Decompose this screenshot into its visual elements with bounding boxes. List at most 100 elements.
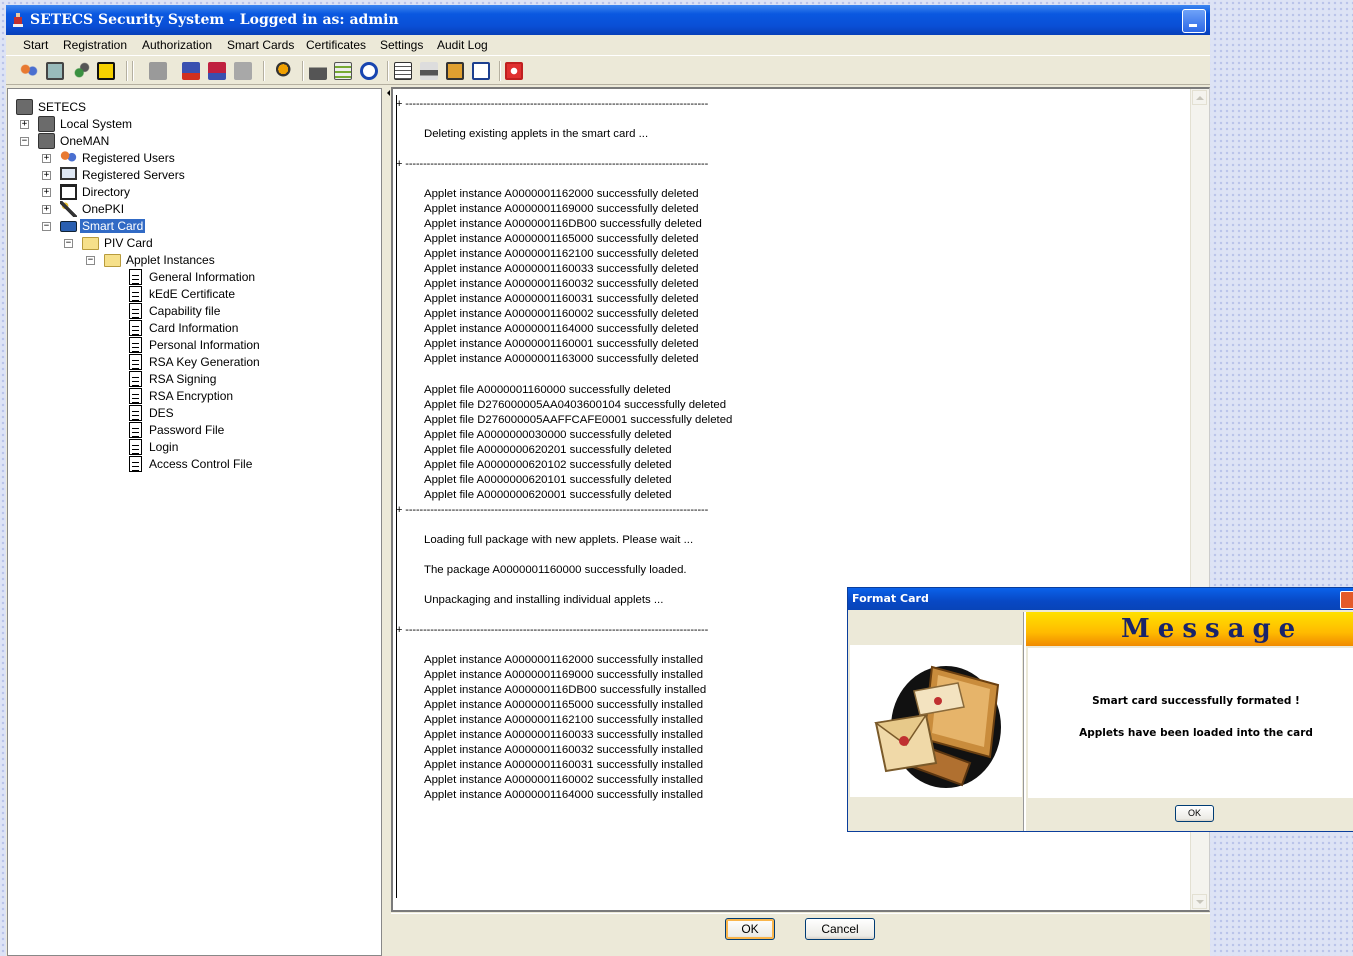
book-tool-icon[interactable] [472, 62, 490, 80]
tree-leaf-access-control-file[interactable]: Access Control File [129, 456, 254, 473]
close-icon[interactable] [1340, 591, 1353, 609]
minimize-button[interactable] [1182, 9, 1206, 33]
scroll-down-arrow-icon[interactable] [1192, 894, 1207, 909]
log-separator: + --------------------------------------… [396, 504, 709, 516]
network-tool-icon[interactable] [309, 62, 327, 80]
log-line-deleted-instance: Applet instance A0000001160002 successfu… [424, 308, 699, 320]
tree-node-applet-instances[interactable]: − Applet Instances [86, 252, 217, 269]
log-line-installed-instance: Applet instance A0000001160033 successfu… [424, 729, 704, 741]
toolbar [6, 55, 1210, 85]
tree-leaf-rsa-encryption[interactable]: RSA Encryption [129, 388, 235, 405]
document-icon [129, 354, 142, 370]
message-line-1: Smart card successfully formated ! [1092, 695, 1300, 707]
menu-registration[interactable]: Registration [63, 38, 127, 52]
ok-button[interactable]: OK [725, 918, 775, 940]
tree-node-registered-users[interactable]: + Registered Users [42, 150, 177, 167]
tree-leaf-login[interactable]: Login [129, 439, 180, 456]
log-line-installed-instance: Applet instance A0000001169000 successfu… [424, 669, 704, 681]
menu-audit-log[interactable]: Audit Log [437, 38, 488, 52]
disabled-tool-icon[interactable] [149, 62, 167, 80]
log-separator: + --------------------------------------… [396, 98, 709, 110]
log-line-deleted-file: Applet file A0000000620001 successfully … [424, 489, 672, 501]
menu-smart-cards[interactable]: Smart Cards [227, 38, 294, 52]
group-tool-icon[interactable] [72, 62, 90, 80]
pane-splitter[interactable] [382, 88, 390, 956]
document-icon [129, 388, 142, 404]
expand-plus-icon[interactable]: + [42, 205, 51, 214]
manage-tool-icon[interactable] [46, 62, 64, 80]
dialog-title: Format Card [852, 592, 929, 605]
monitor-icon [60, 167, 77, 180]
tree-leaf-des[interactable]: DES [129, 405, 176, 422]
certificate-tool-icon[interactable] [334, 62, 352, 80]
menu-start[interactable]: Start [23, 38, 48, 52]
expand-plus-icon[interactable]: + [42, 154, 51, 163]
menu-settings[interactable]: Settings [380, 38, 423, 52]
collapse-minus-icon[interactable]: − [20, 137, 29, 146]
users-tool-icon[interactable] [20, 62, 38, 80]
tree-node-oneman[interactable]: − OneMAN [20, 133, 111, 150]
save-tool-icon[interactable] [97, 62, 115, 80]
log-line-deleted-file: Applet file A0000000620101 successfully … [424, 474, 672, 486]
collapse-minus-icon[interactable]: − [64, 239, 73, 248]
log-line-installed-instance: Applet instance A0000001160002 successfu… [424, 774, 704, 786]
menu-authorization[interactable]: Authorization [142, 38, 212, 52]
toolbar-separator [302, 61, 304, 81]
log-line-deleted-instance: Applet instance A0000001160033 successfu… [424, 263, 699, 275]
expand-plus-icon[interactable]: + [20, 120, 29, 129]
tree-leaf-personal-information[interactable]: Personal Information [129, 337, 262, 354]
menu-certificates[interactable]: Certificates [306, 38, 366, 52]
tree-leaf-rsa-key-generation[interactable]: RSA Key Generation [129, 354, 262, 371]
title-bar[interactable]: SETECS Security System - Logged in as: a… [6, 5, 1210, 35]
print-tool-icon[interactable] [420, 62, 438, 80]
message-line-2: Applets have been loaded into the card [1079, 727, 1313, 739]
log-line-deleted-instance: Applet instance A0000001163000 successfu… [424, 353, 699, 365]
log-line-deleted-file: Applet file A0000000030000 successfully … [424, 429, 672, 441]
log-line-loading: Loading full package with new applets. P… [424, 534, 694, 546]
refresh-tool-icon[interactable] [360, 62, 378, 80]
tree-node-piv-card[interactable]: − PIV Card [64, 235, 155, 252]
directory-icon [60, 184, 77, 200]
tree-leaf-card-information[interactable]: Card Information [129, 320, 240, 337]
log-line-installed-instance: Applet instance A0000001162100 successfu… [424, 714, 704, 726]
power-icon[interactable] [505, 62, 523, 80]
dialog-picture [850, 645, 1022, 797]
document-icon [129, 286, 142, 302]
collapse-minus-icon[interactable]: − [86, 256, 95, 265]
toolbar-separator [132, 61, 134, 81]
tree-leaf-rsa-signing[interactable]: RSA Signing [129, 371, 218, 388]
cancel-button[interactable]: Cancel [805, 918, 875, 940]
document-icon [129, 405, 142, 421]
dialog-title-bar[interactable]: Format Card [848, 588, 1353, 610]
log-line-deleted-instance: Applet instance A0000001160031 successfu… [424, 293, 699, 305]
folder-open-icon [82, 237, 99, 250]
tree-node-directory[interactable]: + Directory [42, 184, 132, 201]
toolbar-separator [499, 61, 501, 81]
document-icon [129, 303, 142, 319]
log-line-deleted-instance: Applet instance A0000001162000 successfu… [424, 188, 699, 200]
tree-leaf-kede-certificate[interactable]: kEdE Certificate [129, 286, 237, 303]
monitor-tool-icon[interactable] [182, 62, 200, 80]
tree-node-smart-card[interactable]: − Smart Card [42, 218, 146, 235]
expand-plus-icon[interactable]: + [42, 188, 51, 197]
tree-leaf-general-information[interactable]: General Information [129, 269, 257, 286]
dialog-ok-button[interactable]: OK [1175, 805, 1214, 822]
list-tool-icon[interactable] [394, 62, 412, 80]
tree-node-setecs[interactable]: SETECS [16, 99, 88, 116]
display-tool-icon[interactable] [446, 62, 464, 80]
collapse-minus-icon[interactable]: − [42, 222, 51, 231]
monitor-alt-tool-icon[interactable] [208, 62, 226, 80]
key-tool-icon[interactable] [276, 62, 294, 80]
tree-node-registered-servers[interactable]: + Registered Servers [42, 167, 187, 184]
scroll-up-arrow-icon[interactable] [1192, 90, 1207, 105]
disabled-tool-icon-2[interactable] [234, 62, 252, 80]
tree-leaf-capability-file[interactable]: Capability file [129, 303, 222, 320]
folder-open-icon [104, 254, 121, 267]
tree-node-onepki[interactable]: + OnePKI [42, 201, 126, 218]
tree-node-local-system[interactable]: + Local System [20, 116, 134, 133]
expand-plus-icon[interactable]: + [42, 171, 51, 180]
message-area: Smart card successfully formated ! Apple… [1028, 648, 1353, 798]
tree-leaf-password-file[interactable]: Password File [129, 422, 226, 439]
log-gutter-line [396, 95, 397, 898]
network-icon [38, 116, 55, 132]
